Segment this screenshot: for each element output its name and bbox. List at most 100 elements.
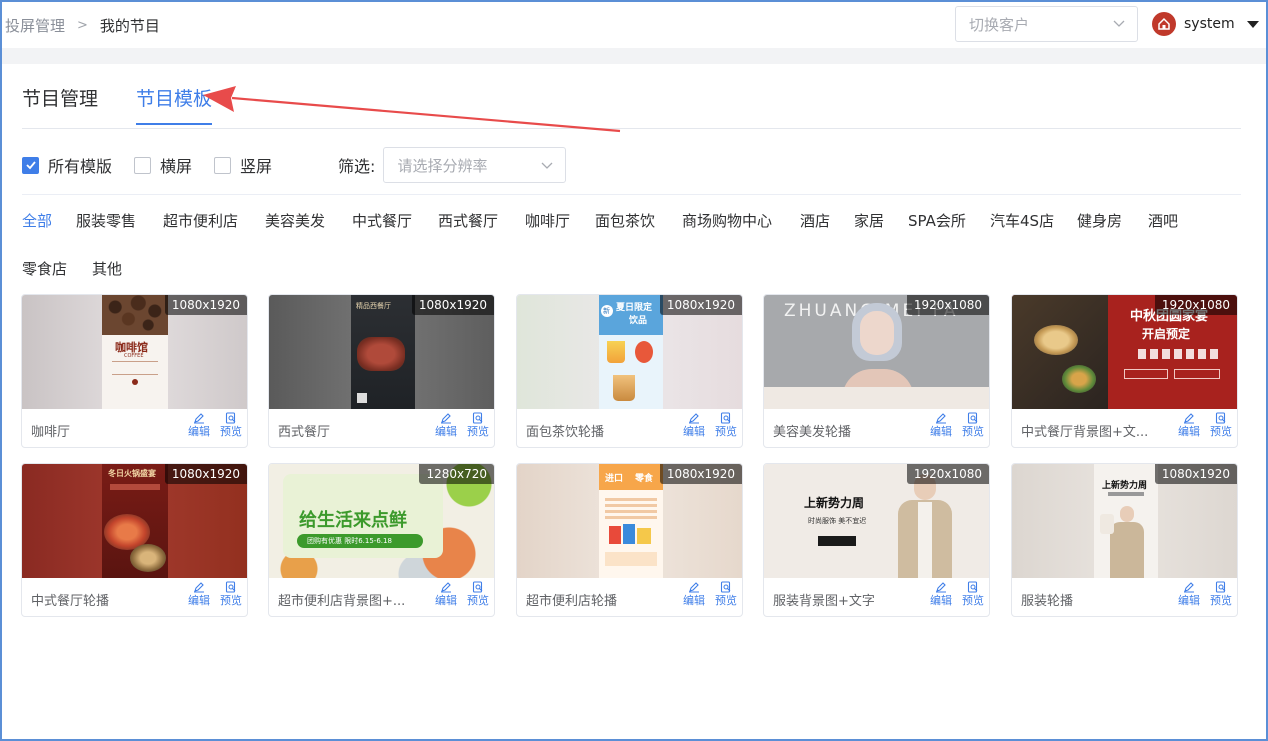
category-cafe[interactable]: 咖啡厅 (525, 210, 570, 231)
user-menu[interactable]: system (1152, 11, 1259, 37)
model-face-image (1120, 506, 1134, 522)
category-supermarket[interactable]: 超市便利店 (163, 210, 238, 231)
preview-icon (720, 581, 731, 593)
card-footer: 服装背景图+文字 编辑 预览 (764, 578, 989, 616)
edit-button[interactable]: 编辑 (185, 412, 213, 438)
template-name: 超市便利店轮播 (526, 594, 618, 609)
preview-button[interactable]: 预览 (217, 581, 245, 607)
template-thumbnail[interactable]: 给生活来点鲜 团购有优惠 限时6.15-6.18 1280x720 (269, 464, 494, 578)
card-footer: 中式餐厅轮播 编辑 预览 (22, 578, 247, 616)
template-card[interactable]: 上新势力周 1080x1920 服装轮播 编辑 预览 (1011, 463, 1238, 617)
preview-button[interactable]: 预览 (959, 581, 987, 607)
category-mall[interactable]: 商场购物中心 (682, 210, 772, 231)
preview-icon (1215, 412, 1226, 424)
template-thumbnail[interactable]: 上新势力周 1080x1920 (1012, 464, 1237, 578)
category-home[interactable]: 家居 (854, 210, 884, 231)
template-card[interactable]: ZHUANG MEI FA 1920x1080 美容美发轮播 编辑 预览 (763, 294, 990, 448)
category-hotel[interactable]: 酒店 (800, 210, 830, 231)
poster-price-block (605, 552, 657, 566)
preview-button[interactable]: 预览 (217, 412, 245, 438)
template-card[interactable]: 上新势力周 时尚服饰 美不宜迟 1920x1080 服装背景图+文字 编辑 预览 (763, 463, 990, 617)
edit-button[interactable]: 编辑 (927, 581, 955, 607)
template-card[interactable]: 咖啡馆 COFFEE 1080x1920 咖啡厅 编辑 预览 (21, 294, 248, 448)
template-thumbnail[interactable]: 进口 零食 1080x1920 (517, 464, 742, 578)
preview-button[interactable]: 预览 (959, 412, 987, 438)
edit-button[interactable]: 编辑 (1175, 412, 1203, 438)
filter-label: 筛选: (338, 157, 376, 176)
resolution-badge: 1080x1920 (659, 295, 742, 315)
template-card[interactable]: 精品西餐厅 1080x1920 西式餐厅 编辑 预览 (268, 294, 495, 448)
preview-icon (472, 412, 483, 424)
checkbox-landscape[interactable]: 横屏 (134, 153, 192, 177)
preview-button[interactable]: 预览 (712, 412, 740, 438)
preview-button[interactable]: 预览 (464, 412, 492, 438)
preview-label: 预览 (220, 425, 242, 438)
switch-client-select[interactable]: 切换客户 (955, 6, 1138, 42)
template-thumbnail[interactable]: ZHUANG MEI FA 1920x1080 (764, 295, 989, 409)
edit-label: 编辑 (930, 425, 952, 438)
edit-icon (1184, 413, 1194, 424)
user-name: system (1184, 16, 1235, 32)
snack-image (609, 526, 621, 544)
resolution-badge: 1080x1920 (164, 464, 247, 484)
edit-icon (689, 582, 699, 593)
category-spa[interactable]: SPA会所 (908, 210, 966, 231)
preview-button[interactable]: 预览 (1207, 581, 1235, 607)
template-thumbnail[interactable]: 上新势力周 时尚服饰 美不宜迟 1920x1080 (764, 464, 989, 578)
edit-button[interactable]: 编辑 (680, 412, 708, 438)
dumpling-image (1034, 325, 1078, 355)
poster-title: 进口 (605, 474, 624, 484)
checkbox-checked-icon (22, 156, 39, 174)
template-thumbnail[interactable]: 精品西餐厅 1080x1920 (269, 295, 494, 409)
edit-button[interactable]: 编辑 (680, 581, 708, 607)
category-bar[interactable]: 酒吧 (1148, 210, 1178, 231)
poster-decoration (1138, 349, 1220, 359)
template-thumbnail[interactable]: 咖啡馆 COFFEE 1080x1920 (22, 295, 247, 409)
edit-button[interactable]: 编辑 (927, 412, 955, 438)
category-other[interactable]: 其他 (92, 258, 122, 279)
edit-button[interactable]: 编辑 (1175, 581, 1203, 607)
category-beauty[interactable]: 美容美发 (265, 210, 325, 231)
category-apparel[interactable]: 服装零售 (76, 210, 136, 231)
poster-dot (132, 379, 138, 385)
category-snack-shop[interactable]: 零食店 (22, 258, 67, 279)
template-thumbnail[interactable]: 冬日火锅盛宴 1080x1920 (22, 464, 247, 578)
template-thumbnail[interactable]: 新 夏日限定 饮品 1080x1920 (517, 295, 742, 409)
edit-button[interactable]: 编辑 (185, 581, 213, 607)
preview-button[interactable]: 预览 (1207, 412, 1235, 438)
tab-program-management[interactable]: 节目管理 (22, 84, 98, 125)
template-card[interactable]: 进口 零食 1080x1920 超市便利店轮播 编辑 预览 (516, 463, 743, 617)
poster-title: 精品西餐厅 (356, 302, 391, 310)
category-western-restaurant[interactable]: 西式餐厅 (438, 210, 498, 231)
template-card[interactable]: 给生活来点鲜 团购有优惠 限时6.15-6.18 1280x720 超市便利店背… (268, 463, 495, 617)
card-footer: 美容美发轮播 编辑 预览 (764, 409, 989, 447)
category-all[interactable]: 全部 (22, 210, 52, 231)
resolution-select[interactable]: 请选择分辨率 (383, 147, 567, 183)
template-card[interactable]: 中秋团圆家宴 开启预定 1920x1080 中式餐厅背景图+文... 编辑 预览 (1011, 294, 1238, 448)
checkbox-portrait[interactable]: 竖屏 (214, 153, 272, 177)
dish-image (1062, 365, 1096, 393)
category-auto-4s[interactable]: 汽车4S店 (990, 210, 1054, 231)
template-card[interactable]: 新 夏日限定 饮品 1080x1920 面包茶饮轮播 编辑 预览 (516, 294, 743, 448)
category-chinese-restaurant[interactable]: 中式餐厅 (352, 210, 412, 231)
edit-button[interactable]: 编辑 (432, 412, 460, 438)
preview-label: 预览 (1210, 594, 1232, 607)
resolution-badge: 1080x1920 (411, 295, 494, 315)
edit-label: 编辑 (683, 594, 705, 607)
poster-text-block (1174, 369, 1220, 379)
template-thumbnail[interactable]: 中秋团圆家宴 开启预定 1920x1080 (1012, 295, 1237, 409)
template-name: 西式餐厅 (278, 425, 331, 440)
preview-button[interactable]: 预览 (712, 581, 740, 607)
edit-label: 编辑 (188, 425, 210, 438)
preview-button[interactable]: 预览 (464, 581, 492, 607)
poster-badge-text: 新 (603, 307, 610, 315)
category-gym[interactable]: 健身房 (1077, 210, 1122, 231)
breadcrumb-screen-management[interactable]: 投屏管理 (5, 15, 65, 36)
category-bakery-tea[interactable]: 面包茶饮 (595, 210, 655, 231)
chevron-down-icon (1113, 20, 1125, 27)
edit-button[interactable]: 编辑 (432, 581, 460, 607)
poster-subtitle: 时尚服饰 美不宜迟 (808, 517, 867, 525)
checkbox-all-templates[interactable]: 所有模版 (22, 153, 112, 177)
template-card[interactable]: 冬日火锅盛宴 1080x1920 中式餐厅轮播 编辑 预览 (21, 463, 248, 617)
card-footer: 西式餐厅 编辑 预览 (269, 409, 494, 447)
